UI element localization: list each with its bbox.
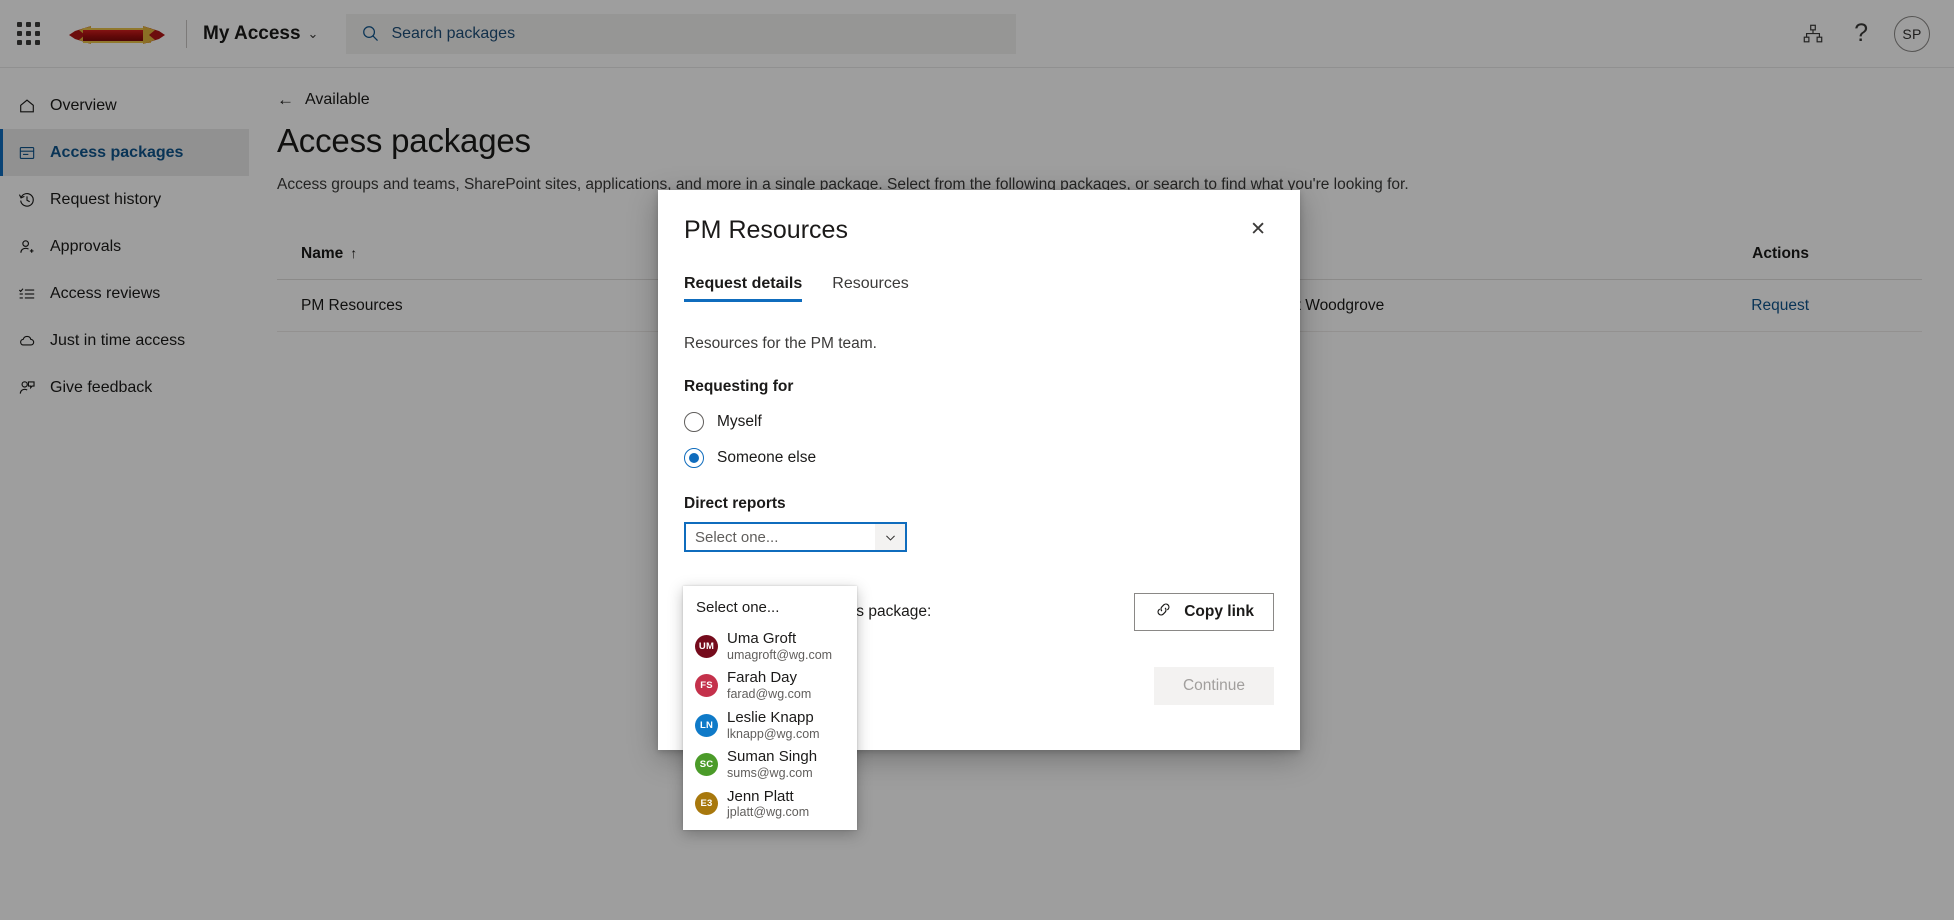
radio-label: Someone else	[717, 449, 816, 467]
dropdown-option-placeholder[interactable]: Select one...	[683, 592, 857, 627]
package-description: Resources for the PM team.	[684, 335, 1274, 353]
tab-resources[interactable]: Resources	[832, 275, 908, 302]
direct-reports-dropdown: Select one... UM Uma Groft umagroft@wg.c…	[683, 586, 857, 830]
avatar: FS	[695, 674, 718, 697]
app-root: My Access ⌄ Search packages ? SP	[0, 0, 1954, 920]
avatar: E3	[695, 792, 718, 815]
radio-circle-selected-icon	[684, 448, 704, 468]
radio-someone-else[interactable]: Someone else	[684, 448, 1274, 468]
link-icon	[1154, 600, 1173, 624]
dropdown-option-farah-day[interactable]: FS Farah Day farad@wg.com	[683, 666, 857, 705]
avatar: LN	[695, 714, 718, 737]
dropdown-option-jenn-platt[interactable]: E3 Jenn Platt jplatt@wg.com	[683, 785, 857, 824]
radio-myself[interactable]: Myself	[684, 412, 1274, 432]
chevron-down-icon[interactable]	[875, 524, 905, 550]
close-icon[interactable]: ✕	[1244, 216, 1272, 243]
avatar: SC	[695, 753, 718, 776]
avatar: UM	[695, 635, 718, 658]
dialog-tabs: Request details Resources	[658, 275, 1300, 302]
requesting-for-label: Requesting for	[684, 378, 1274, 396]
option-name: Suman Singh	[727, 748, 817, 766]
copy-link-label: Copy link	[1184, 603, 1254, 621]
option-email: lknapp@wg.com	[727, 727, 820, 742]
direct-reports-label: Direct reports	[684, 495, 1274, 513]
dialog-title: PM Resources	[684, 216, 848, 245]
dropdown-option-suman-singh[interactable]: SC Suman Singh sums@wg.com	[683, 745, 857, 784]
radio-circle-icon	[684, 412, 704, 432]
copy-link-button[interactable]: Copy link	[1134, 593, 1274, 631]
option-name: Farah Day	[727, 669, 811, 687]
option-email: umagroft@wg.com	[727, 648, 832, 663]
dropdown-option-leslie-knapp[interactable]: LN Leslie Knapp lknapp@wg.com	[683, 706, 857, 745]
option-email: jplatt@wg.com	[727, 805, 809, 820]
tab-request-details[interactable]: Request details	[684, 275, 802, 302]
option-email: farad@wg.com	[727, 687, 811, 702]
dropdown-option-uma-groft[interactable]: UM Uma Groft umagroft@wg.com	[683, 627, 857, 666]
option-email: sums@wg.com	[727, 766, 817, 781]
option-name: Jenn Platt	[727, 788, 809, 806]
direct-reports-combobox[interactable]: Select one...	[684, 522, 907, 552]
dialog-header: PM Resources ✕	[658, 190, 1300, 245]
continue-button[interactable]: Continue	[1154, 667, 1274, 705]
option-name: Uma Groft	[727, 630, 832, 648]
radio-label: Myself	[717, 413, 762, 431]
combobox-value: Select one...	[686, 529, 875, 546]
option-name: Leslie Knapp	[727, 709, 820, 727]
